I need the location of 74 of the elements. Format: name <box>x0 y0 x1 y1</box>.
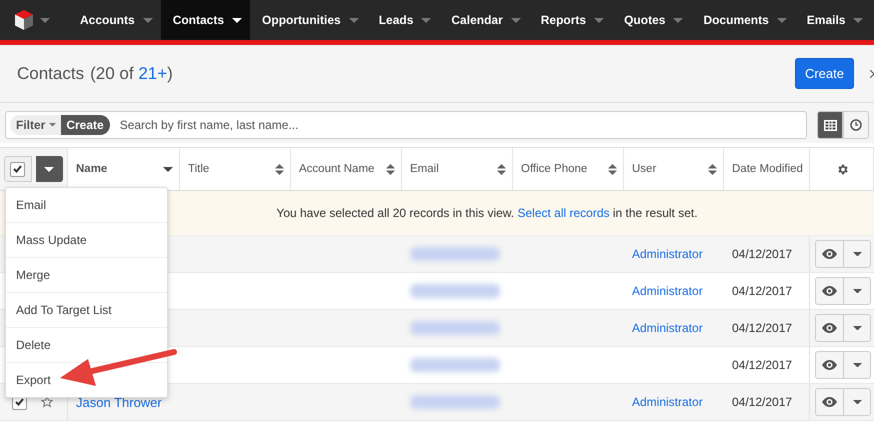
menu-item[interactable]: Mass Update <box>6 222 167 257</box>
record-count: (20 of 21+) <box>90 64 173 84</box>
column-header[interactable]: User <box>624 147 724 191</box>
date-text: 04/12/2017 <box>732 321 792 335</box>
create-filter-button[interactable]: Create <box>61 115 110 135</box>
eye-icon <box>822 360 837 370</box>
caret-icon <box>852 326 862 330</box>
settings-icon[interactable] <box>836 162 849 176</box>
column-header[interactable]: Date Modified <box>724 147 810 191</box>
date-text: 04/12/2017 <box>732 247 792 261</box>
caret-icon <box>510 18 521 22</box>
caret-icon <box>852 400 862 404</box>
nav-tab[interactable]: Reports <box>528 0 612 40</box>
page-title: Contacts <box>17 64 84 84</box>
nav-tab[interactable]: Emails <box>794 0 872 40</box>
nav-tab[interactable]: Leads <box>366 0 440 40</box>
user-link[interactable]: Administrator <box>632 321 703 335</box>
date-text: 04/12/2017 <box>732 395 792 409</box>
column-header[interactable]: Name <box>68 147 180 191</box>
date-text: 04/12/2017 <box>732 284 792 298</box>
caret-icon <box>232 18 242 22</box>
checkmark-icon <box>13 165 22 173</box>
search-field[interactable]: Filter Create Search by first name, last name... <box>5 111 807 139</box>
nav-tab[interactable]: Quotes <box>612 0 692 40</box>
star-icon[interactable] <box>41 396 53 408</box>
create-button[interactable]: Create <box>794 58 854 89</box>
actions-dropdown-button[interactable] <box>36 156 63 182</box>
caret-icon <box>40 18 50 22</box>
column-header[interactable]: Office Phone <box>513 147 624 191</box>
nav-tab[interactable]: Contacts <box>160 0 250 40</box>
checkbox[interactable] <box>10 162 26 176</box>
nav-tab[interactable]: Calendar <box>439 0 529 40</box>
menu-item[interactable]: Add To Target List <box>6 292 167 327</box>
eye-icon <box>822 323 837 333</box>
column-header[interactable]: Email <box>402 147 513 191</box>
eye-icon <box>822 286 837 296</box>
menu-item[interactable]: Merge <box>6 257 167 292</box>
caret-icon <box>44 166 54 172</box>
clock-icon <box>850 119 862 131</box>
nav-tab[interactable]: Opportunities <box>250 0 367 40</box>
eye-icon <box>822 249 837 259</box>
menu-item[interactable]: Email <box>6 188 167 222</box>
cube-logo[interactable] <box>14 9 34 31</box>
close-icon[interactable] <box>870 70 874 78</box>
caret-icon <box>421 18 432 22</box>
grid-icon <box>824 120 836 130</box>
caret-icon <box>348 18 359 22</box>
nav-tab[interactable]: Documents <box>691 0 795 40</box>
caret-icon <box>142 18 153 22</box>
selection-message: You have selected all 20 records in this view. Select all records in the result set. <box>276 206 698 220</box>
caret-icon <box>853 18 864 22</box>
user-link[interactable]: Administrator <box>632 284 703 298</box>
caret-icon <box>852 362 862 368</box>
select-all-link[interactable]: Select all records <box>517 206 610 220</box>
user-link[interactable]: Administrator <box>632 247 703 261</box>
caret-icon <box>776 18 787 22</box>
nav-tab[interactable]: Accounts <box>68 0 161 40</box>
caret-icon <box>852 252 862 256</box>
date-text: 04/12/2017 <box>732 358 792 372</box>
column-header[interactable]: Account Name <box>291 147 402 191</box>
filter-button[interactable]: Filter <box>10 115 62 135</box>
caret-icon <box>49 123 56 127</box>
activity-view-button[interactable] <box>843 111 869 139</box>
checkmark-icon <box>15 398 24 406</box>
caret-icon <box>594 18 604 22</box>
list-view-button[interactable] <box>817 111 843 139</box>
caret-icon <box>852 288 862 294</box>
column-header[interactable]: Title <box>180 147 291 191</box>
menu-item[interactable]: Delete <box>6 327 167 362</box>
contact-name-link[interactable]: Jason Thrower <box>76 394 162 410</box>
eye-icon <box>822 397 837 407</box>
user-link[interactable]: Administrator <box>632 395 703 409</box>
caret-icon <box>673 18 684 22</box>
total-link[interactable]: 21+ <box>138 64 168 82</box>
